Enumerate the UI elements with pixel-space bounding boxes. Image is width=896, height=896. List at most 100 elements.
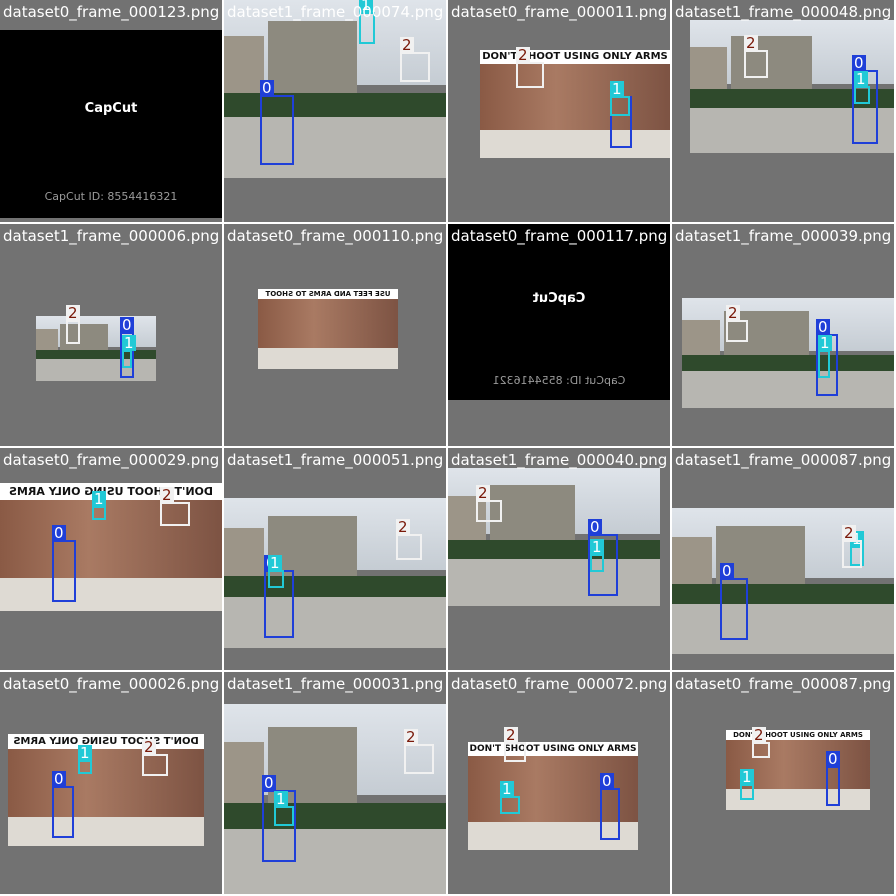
tile-filename: dataset1_frame_000039.png [675,227,892,245]
class-label: 2 [404,728,418,746]
class-label: 1 [78,744,92,762]
building [268,21,358,104]
frame-image [36,316,156,381]
class-label: 2 [396,518,410,536]
class-label: 2 [726,304,740,322]
tile-filename: dataset1_frame_000006.png [3,227,220,245]
mural-wall [8,749,204,818]
class-label: 2 [744,34,758,52]
detection-box-class-1: 1 [818,335,832,378]
mosaic-tile: 012dataset1_frame_000051.png [224,448,446,670]
mosaic-tile: USE FEET AND ARMS TO SHOOT012dataset0_fr… [224,224,446,446]
detection-box-class-1: 1 [854,71,870,104]
class-label: 0 [826,750,840,768]
class-label: 0 [816,318,830,336]
tile-filename: dataset1_frame_000087.png [675,451,892,469]
detection-box-class-2: 2 [504,727,526,762]
frame-image [224,498,446,648]
banner-text: DON'T SHOOT USING ONLY ARMS [480,50,670,64]
class-label: 2 [842,524,856,542]
capcut-logo: CapCut [84,101,138,116]
mosaic-tile: DON'T SHOOT USING ONLY ARMS012dataset0_f… [0,448,222,670]
mosaic-tile: 0 1 2 dataset1_frame_000006.png [0,224,222,446]
banner-text: DON'T SHOOT USING ONLY ARMS [468,742,638,756]
court-ground [224,597,446,648]
detection-box-class-1: 1 [740,769,754,800]
mural-wall [258,299,398,349]
detection-box-class-0: 0 [826,751,840,806]
class-label: 1 [122,334,136,352]
class-label: 0 [52,770,66,788]
class-label: 2 [66,304,80,322]
detection-box-class-0: 0 [720,563,748,640]
detection-box-class-0: 0 [600,773,620,840]
detection-box-class-1: 1 [610,81,630,116]
mosaic-tile: DON'T SHOOT USING ONLY ARMS012dataset0_f… [448,0,670,222]
detection-box-class-1: 1 [122,335,136,368]
detection-box-class-1: 1 [92,491,106,520]
building [490,484,576,549]
tile-filename: dataset0_frame_000072.png [451,675,668,693]
class-label: 0 [588,518,602,536]
capcut-logo: CapCut [532,291,586,306]
court-ground [36,358,156,381]
class-label: 2 [476,484,490,502]
detection-box-class-2: 2 [160,487,190,526]
class-label: 1 [854,70,868,88]
tile-filename: dataset1_frame_000051.png [227,451,444,469]
court-ground [682,370,894,408]
tile-filename: dataset0_frame_000123.png [3,3,220,21]
detection-box-class-2: 2 [842,525,862,568]
tile-filename: dataset0_frame_000117.png [451,227,668,245]
class-label: 0 [260,79,274,97]
class-label: 1 [590,538,604,556]
detection-box-class-2: 2 [396,519,422,560]
tile-filename: dataset0_frame_000011.png [451,3,668,21]
detection-box-class-2: 2 [752,727,770,758]
floor [480,130,670,158]
mosaic-tile: DON'T SHOOT USING ONLY ARMS012dataset0_f… [0,672,222,894]
mosaic-tile: CapCut CapCut ID: 8554416321 dataset0_fram… [0,0,222,222]
mural-wall [480,64,670,131]
frame-image [682,298,894,408]
mosaic-tile: 0 1 2 dataset1_frame_000040.png [448,448,670,670]
tile-filename: dataset0_frame_000029.png [3,451,220,469]
class-label: 1 [500,780,514,798]
detection-box-class-2: 2 [400,37,430,82]
tile-filename: dataset1_frame_000074.png [227,3,444,21]
tile-filename: dataset1_frame_000048.png [675,3,892,21]
detection-box-class-1: 1 [268,555,284,588]
court-ground [672,604,894,654]
detection-box-class-2: 2 [66,305,80,344]
detection-box-class-1: 1 [590,539,604,572]
detection-box-class-2: 2 [142,739,168,776]
tile-filename: dataset1_frame_000031.png [227,675,444,693]
class-label: 2 [400,36,414,54]
detection-box-class-2: 2 [476,485,502,522]
detection-box-class-1: 1 [78,745,92,774]
detection-box-class-1: 1 [274,791,294,826]
detection-box-class-2: 2 [744,35,768,78]
mosaic-tile: DON'T SHOOT USING ONLY ARMS012dataset0_f… [672,672,894,894]
tile-filename: dataset0_frame_000087.png [675,675,892,693]
tile-filename: dataset0_frame_000110.png [227,227,444,245]
frame-image: DON'T SHOOT USING ONLY ARMS [480,50,670,158]
frame-image: USE FEET AND ARMS TO SHOOT [258,289,398,369]
tile-filename: dataset0_frame_000026.png [3,675,220,693]
court-ground [448,559,660,606]
mosaic-tile: DON'T SHOOT USING ONLY ARMS 0 1 2 dataset0_f… [448,672,670,894]
class-label: 0 [262,774,276,792]
detection-box-class-0: 0 [260,80,294,165]
tile-filename: dataset1_frame_000040.png [451,451,668,469]
mosaic-tile: 0 1 2 dataset1_frame_000087.png [672,448,894,670]
mosaic-tile: 0 1 2 dataset1_frame_000048.png [672,0,894,222]
class-label: 1 [610,80,624,98]
class-label: 0 [600,772,614,790]
detection-box-class-2: 2 [726,305,748,342]
class-label: 0 [120,316,134,334]
mosaic-tile: 0 1 2 dataset1_frame_000031.png [224,672,446,894]
class-label: 2 [142,738,156,756]
frame-image: CapCut CapCut ID: 8554416321 [0,30,222,218]
mosaic-tile: 0 1 2 dataset1_frame_000074.png [224,0,446,222]
mosaic-tile: 0 1 2 dataset1_frame_000039.png [672,224,894,446]
